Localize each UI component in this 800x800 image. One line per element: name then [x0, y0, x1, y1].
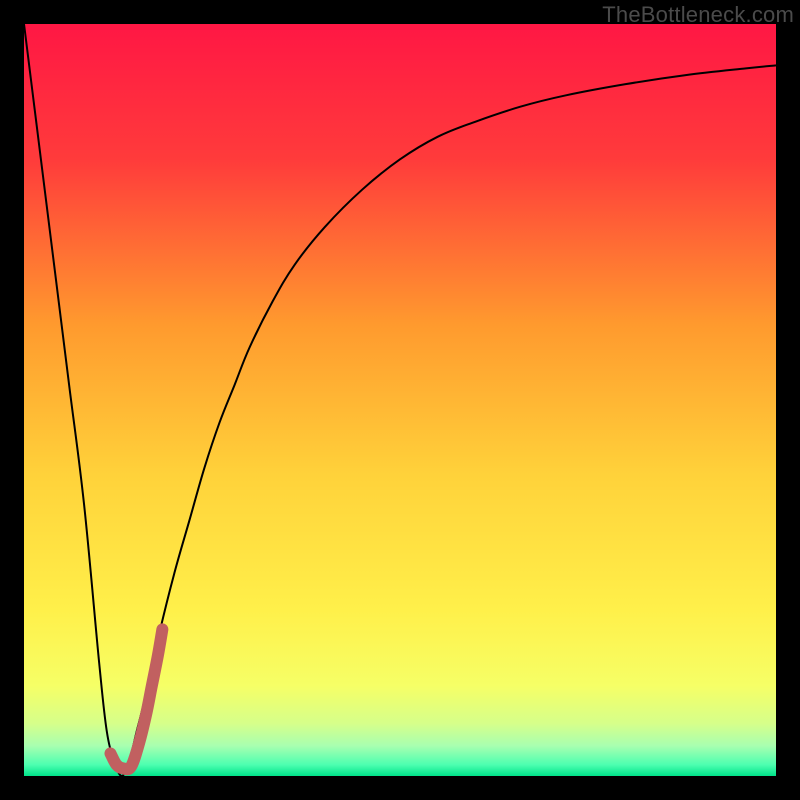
watermark-text: TheBottleneck.com	[602, 2, 794, 28]
chart-frame: TheBottleneck.com	[0, 0, 800, 800]
plot-area	[24, 24, 776, 776]
gradient-background	[24, 24, 776, 776]
chart-svg	[24, 24, 776, 776]
